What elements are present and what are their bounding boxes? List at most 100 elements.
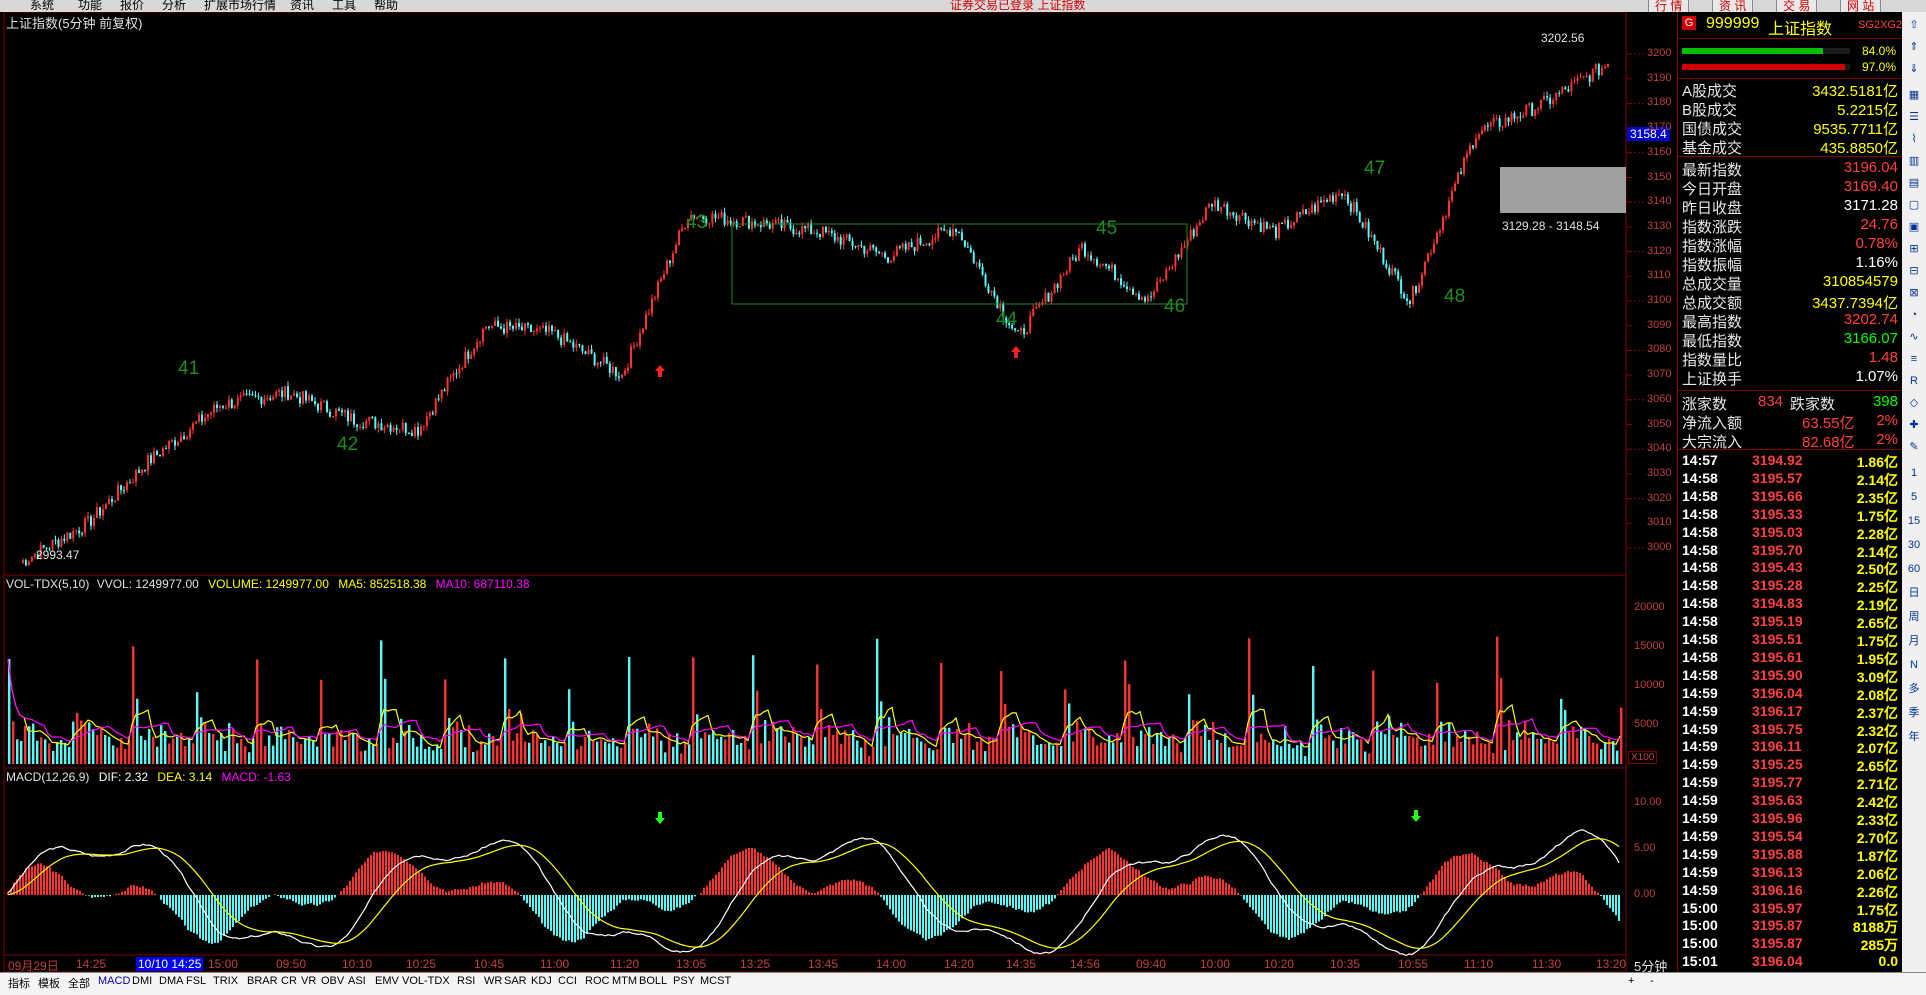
tick-row[interactable]: 14:59 3195.75 2.32亿 bbox=[1678, 721, 1902, 739]
table-icon[interactable]: ▤ bbox=[1905, 174, 1923, 192]
indicator-tab[interactable]: 模板 bbox=[38, 975, 60, 991]
indicator-tab[interactable]: WR bbox=[484, 975, 502, 987]
indicator-tab[interactable]: 指标 bbox=[8, 975, 30, 991]
tick-row[interactable]: 15:01 3196.04 0.0 bbox=[1678, 953, 1902, 971]
menu-item-system[interactable]: 系统 bbox=[30, 0, 54, 12]
tick-row[interactable]: 14:58 3195.61 1.95亿 bbox=[1678, 649, 1902, 667]
indicator-tab[interactable]: KDJ bbox=[531, 975, 552, 987]
indicator-tab[interactable]: SAR bbox=[504, 975, 527, 987]
indicator-tab[interactable]: PSY bbox=[673, 975, 695, 987]
compare-icon[interactable]: ⊟ bbox=[1905, 262, 1923, 280]
indicator-tab[interactable]: FSL bbox=[186, 975, 206, 987]
period-button[interactable]: 多 bbox=[1905, 680, 1923, 698]
window-icon[interactable]: ▣ bbox=[1905, 218, 1923, 236]
period-button[interactable]: 周 bbox=[1905, 608, 1923, 626]
tick-row[interactable]: 14:58 3195.57 2.14亿 bbox=[1678, 470, 1902, 488]
indicator-tab[interactable]: CR bbox=[281, 975, 297, 987]
period-button[interactable]: N bbox=[1905, 656, 1923, 674]
period-button[interactable]: 月 bbox=[1905, 632, 1923, 650]
tick-row[interactable]: 14:59 3195.54 2.70亿 bbox=[1678, 828, 1902, 846]
up-arrow-icon[interactable]: ⇧ bbox=[1905, 16, 1923, 34]
indicator-tab[interactable]: BOLL bbox=[639, 975, 667, 987]
tick-row[interactable]: 14:59 3195.25 2.65亿 bbox=[1678, 756, 1902, 774]
tick-row[interactable]: 14:58 3195.28 2.25亿 bbox=[1678, 577, 1902, 595]
indicator-tab[interactable]: EMV bbox=[375, 975, 399, 987]
zoom-in-button[interactable]: + bbox=[1628, 975, 1634, 987]
tab-news[interactable]: 资 讯 bbox=[1712, 0, 1754, 12]
indicator-tab[interactable]: RSI bbox=[457, 975, 475, 987]
zoom-icon[interactable]: ⊞ bbox=[1905, 240, 1923, 258]
line-chart-icon[interactable]: ⌇ bbox=[1905, 130, 1923, 148]
tick-row[interactable]: 14:58 3195.33 1.75亿 bbox=[1678, 506, 1902, 524]
menu-item-analysis[interactable]: 分析 bbox=[162, 0, 186, 12]
tick-row[interactable]: 14:58 3195.43 2.50亿 bbox=[1678, 559, 1902, 577]
rsi-icon[interactable]: R bbox=[1905, 372, 1923, 390]
pie-icon[interactable]: ◔ bbox=[1905, 306, 1923, 324]
tab-quotes[interactable]: 行 情 bbox=[1648, 0, 1690, 12]
chart-icon[interactable]: ⊠ bbox=[1905, 284, 1923, 302]
menu-item-ext-market[interactable]: 扩展市场行情 bbox=[204, 0, 276, 12]
tick-row[interactable]: 14:59 3195.96 2.33亿 bbox=[1678, 810, 1902, 828]
indicator-tab[interactable]: 全部 bbox=[68, 975, 90, 991]
up-icon[interactable]: ⇑ bbox=[1905, 38, 1923, 56]
tick-row[interactable]: 15:00 3195.87 8188万 bbox=[1678, 917, 1902, 935]
grid-icon[interactable]: ▦ bbox=[1905, 86, 1923, 104]
menu-item-quote[interactable]: 报价 bbox=[120, 0, 144, 12]
tick-row[interactable]: 14:59 3196.17 2.37亿 bbox=[1678, 703, 1902, 721]
period-button[interactable]: 1 bbox=[1905, 464, 1923, 482]
wave-icon[interactable]: ∿ bbox=[1905, 328, 1923, 346]
period-button[interactable]: 年 bbox=[1905, 728, 1923, 746]
indicator-tab[interactable]: TRIX bbox=[213, 975, 238, 987]
bar-chart-icon[interactable]: ▥ bbox=[1905, 152, 1923, 170]
tick-row[interactable]: 14:58 3195.70 2.14亿 bbox=[1678, 542, 1902, 560]
tick-row[interactable]: 14:59 3196.11 2.07亿 bbox=[1678, 738, 1902, 756]
indicator-tab[interactable]: CCI bbox=[558, 975, 577, 987]
indicator-tab[interactable]: MTM bbox=[612, 975, 637, 987]
period-button[interactable]: 60 bbox=[1905, 560, 1923, 578]
doc-icon[interactable]: ▢ bbox=[1905, 196, 1923, 214]
tick-row[interactable]: 14:59 3196.04 2.08亿 bbox=[1678, 685, 1902, 703]
tick-row[interactable]: 14:57 3194.92 1.86亿 bbox=[1678, 452, 1902, 470]
indicator-tab[interactable]: MCST bbox=[700, 975, 731, 987]
tick-row[interactable]: 14:58 3195.19 2.65亿 bbox=[1678, 613, 1902, 631]
tab-trade[interactable]: 交 易 bbox=[1776, 0, 1818, 12]
period-button[interactable]: 5 bbox=[1905, 488, 1923, 506]
tick-row[interactable]: 14:58 3195.03 2.28亿 bbox=[1678, 524, 1902, 542]
pen-icon[interactable]: ✎ bbox=[1905, 438, 1923, 456]
indicator-tab[interactable]: MACD bbox=[98, 975, 130, 987]
tick-row[interactable]: 14:59 3196.13 2.06亿 bbox=[1678, 864, 1902, 882]
indicator-tab[interactable]: DMI bbox=[132, 975, 152, 987]
menu-item-function[interactable]: 功能 bbox=[78, 0, 102, 12]
tick-row[interactable]: 15:00 3195.97 1.75亿 bbox=[1678, 900, 1902, 918]
list-icon[interactable]: ☰ bbox=[1905, 108, 1923, 126]
tick-row[interactable]: 14:58 3195.66 2.35亿 bbox=[1678, 488, 1902, 506]
shape-icon[interactable]: ◇ bbox=[1905, 394, 1923, 412]
period-button[interactable]: 季 bbox=[1905, 704, 1923, 722]
indicator-tab[interactable]: OBV bbox=[321, 975, 344, 987]
indicator-tab[interactable]: BRAR bbox=[247, 975, 278, 987]
tick-row[interactable]: 14:59 3195.77 2.71亿 bbox=[1678, 774, 1902, 792]
menu-item-tools[interactable]: 工具 bbox=[332, 0, 356, 12]
tick-row[interactable]: 15:00 3195.87 285万 bbox=[1678, 935, 1902, 953]
indicator-tab[interactable]: VR bbox=[301, 975, 316, 987]
period-button[interactable]: 30 bbox=[1905, 536, 1923, 554]
indicator-tab[interactable]: VOL-TDX bbox=[402, 975, 450, 987]
indicator-tab[interactable]: DMA bbox=[159, 975, 183, 987]
tick-row[interactable]: 14:59 3195.88 1.87亿 bbox=[1678, 846, 1902, 864]
period-button[interactable]: 日 bbox=[1905, 584, 1923, 602]
menu-item-news[interactable]: 资讯 bbox=[290, 0, 314, 12]
tick-row[interactable]: 14:59 3196.16 2.26亿 bbox=[1678, 882, 1902, 900]
tab-website[interactable]: 网 站 bbox=[1840, 0, 1882, 12]
stack-icon[interactable]: ≡ bbox=[1905, 350, 1923, 368]
tick-row[interactable]: 14:58 3195.51 1.75亿 bbox=[1678, 631, 1902, 649]
zoom-out-button[interactable]: - bbox=[1650, 975, 1654, 987]
tick-row[interactable]: 14:58 3194.83 2.19亿 bbox=[1678, 595, 1902, 613]
chart-area[interactable]: 上证指数(5分钟 前复权) 41 42 43 44 45 46 47 48 32… bbox=[0, 12, 1680, 974]
tick-row[interactable]: 14:59 3195.63 2.42亿 bbox=[1678, 792, 1902, 810]
price-chart[interactable] bbox=[0, 12, 1680, 972]
down-icon[interactable]: ⇓ bbox=[1905, 60, 1923, 78]
tick-row[interactable]: 14:58 3195.90 3.09亿 bbox=[1678, 667, 1902, 685]
menu-item-help[interactable]: 帮助 bbox=[374, 0, 398, 12]
indicator-tab[interactable]: ASI bbox=[348, 975, 366, 987]
cross-icon[interactable]: ✚ bbox=[1905, 416, 1923, 434]
